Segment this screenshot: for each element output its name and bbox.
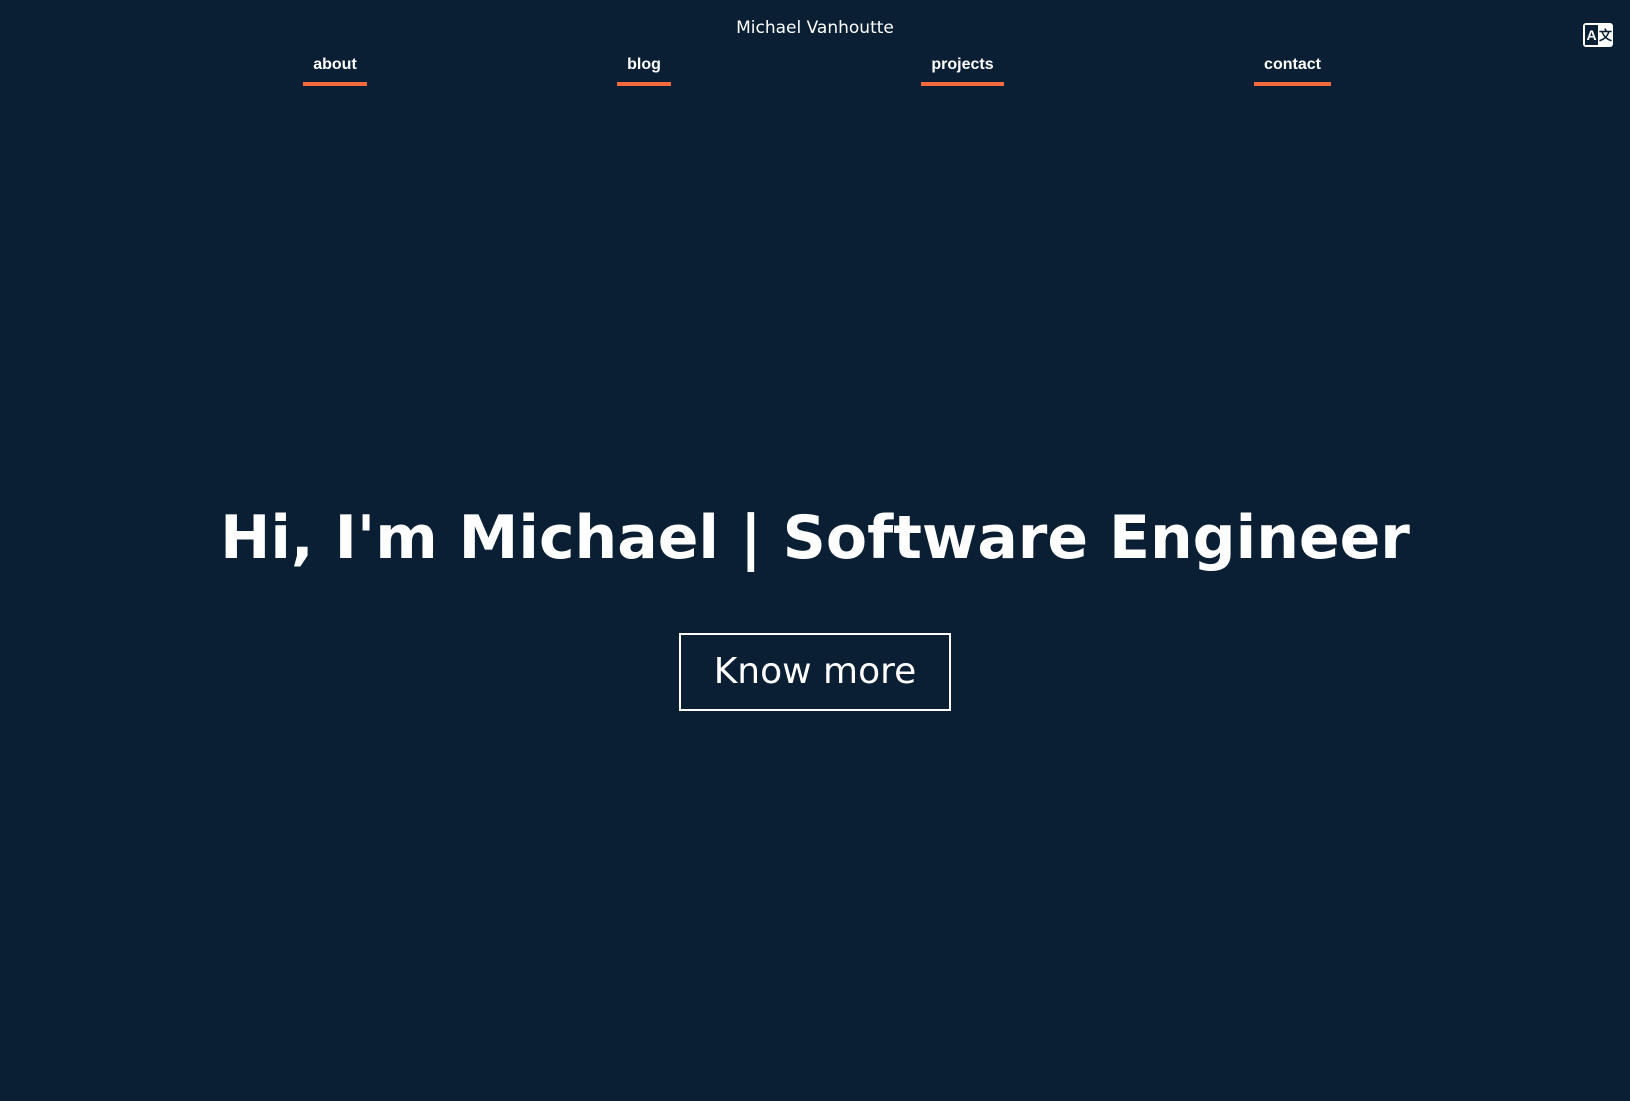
site-name: Michael Vanhoutte	[736, 18, 894, 38]
nav-underline-projects	[921, 82, 1004, 86]
page: Michael Vanhoutte A 文 about blog project…	[0, 0, 1630, 1101]
svg-text:A: A	[1586, 27, 1596, 43]
nav-underline-about	[303, 82, 367, 86]
nav-label-about: about	[313, 56, 357, 73]
nav-link-about[interactable]: about	[303, 54, 367, 86]
nav-underline-blog	[617, 82, 671, 86]
hero-title: Hi, I'm Michael | Software Engineer	[220, 503, 1410, 573]
nav-label-contact: contact	[1264, 56, 1321, 73]
translate-icon: A 文	[1583, 23, 1613, 47]
know-more-button[interactable]: Know more	[679, 633, 951, 711]
svg-text:文: 文	[1599, 28, 1613, 44]
nav-link-contact[interactable]: contact	[1254, 54, 1331, 86]
language-switch-button[interactable]: A 文	[1582, 22, 1614, 48]
nav-label-blog: blog	[627, 56, 661, 73]
nav-underline-contact	[1254, 82, 1331, 86]
nav-link-projects[interactable]: projects	[921, 54, 1004, 86]
nav-link-blog[interactable]: blog	[617, 54, 671, 86]
nav-label-projects: projects	[931, 56, 994, 73]
